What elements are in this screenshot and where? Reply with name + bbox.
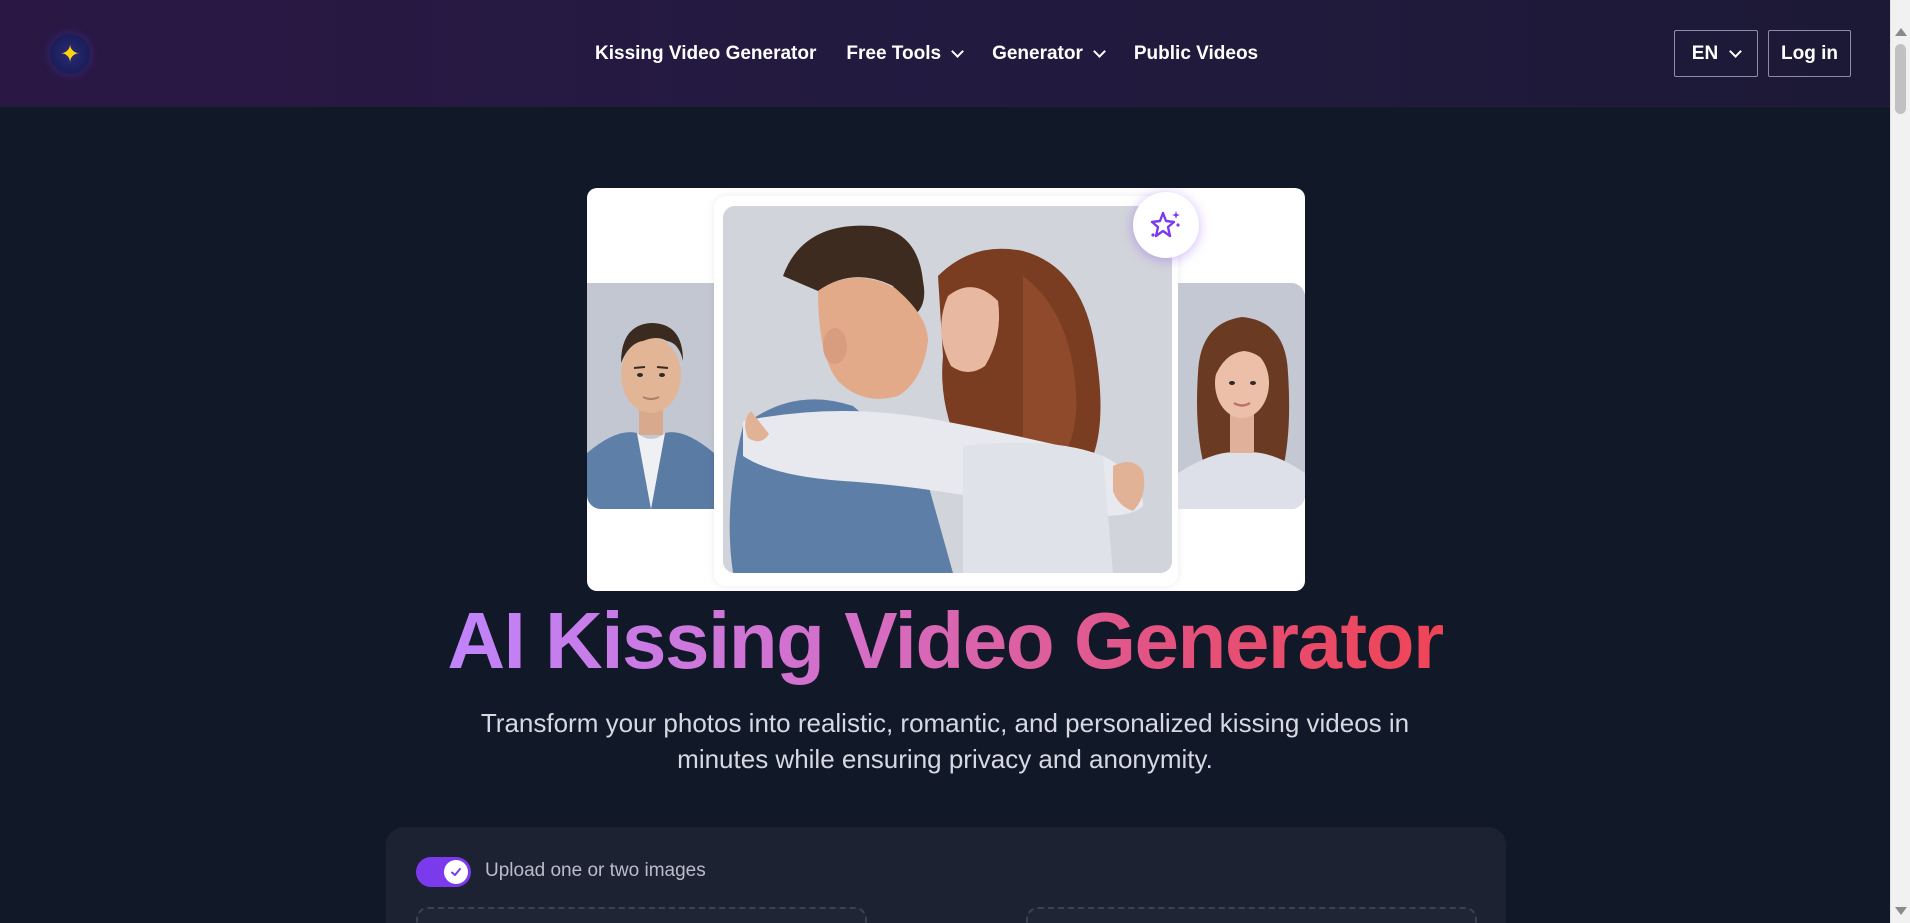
nav-item-kissing-video-generator[interactable]: Kissing Video Generator — [595, 43, 816, 65]
page-subtitle: Transform your photos into realistic, ro… — [480, 708, 1410, 774]
nav-item-public-videos[interactable]: Public Videos — [1134, 43, 1258, 65]
upload-mode-toggle[interactable] — [416, 857, 471, 887]
nav-item-label: Kissing Video Generator — [595, 42, 817, 64]
page-title-text: AI Kissing Video Generator — [447, 596, 1444, 685]
language-label: EN — [1691, 42, 1719, 64]
image-upload-dropzone-1[interactable] — [416, 907, 867, 923]
scroll-up-icon[interactable] — [1895, 28, 1907, 36]
image-upload-dropzone-2[interactable] — [1026, 907, 1477, 923]
upload-panel: Upload one or two images — [386, 827, 1506, 923]
kissing-couple-image — [723, 206, 1172, 573]
sparkle-logo-icon[interactable]: ✦ — [50, 34, 90, 74]
nav-item-generator[interactable]: Generator — [992, 42, 1106, 65]
nav-item-label: Public Videos — [1133, 42, 1259, 64]
scroll-down-icon[interactable] — [1895, 907, 1907, 915]
hero-image-card — [587, 188, 1305, 591]
woman-portrait-image — [1178, 283, 1305, 509]
chevron-down-icon — [1093, 44, 1106, 58]
nav-item-free-tools[interactable]: Free Tools — [846, 42, 964, 65]
page-scrollbar[interactable] — [1890, 0, 1910, 923]
check-icon — [444, 860, 468, 884]
magic-sparkles-icon — [1133, 192, 1199, 258]
login-label: Log in — [1781, 42, 1838, 64]
page: ✦ Kissing Video Generator Free Tools Gen… — [0, 0, 1910, 923]
scrollbar-thumb[interactable] — [1895, 44, 1906, 114]
chevron-down-icon — [1729, 44, 1743, 58]
upload-mode-label: Upload one or two images — [485, 860, 706, 881]
site-header: ✦ Kissing Video Generator Free Tools Gen… — [0, 0, 1890, 107]
chevron-down-icon — [951, 44, 964, 58]
language-selector[interactable]: EN — [1674, 30, 1758, 77]
man-portrait-image — [587, 283, 714, 509]
nav-item-label: Generator — [992, 42, 1083, 64]
page-title: AI Kissing Video Generator — [0, 595, 1890, 687]
main-nav: Kissing Video Generator Free Tools Gener… — [595, 0, 1288, 107]
login-button[interactable]: Log in — [1768, 30, 1851, 77]
nav-item-label: Free Tools — [846, 42, 942, 64]
